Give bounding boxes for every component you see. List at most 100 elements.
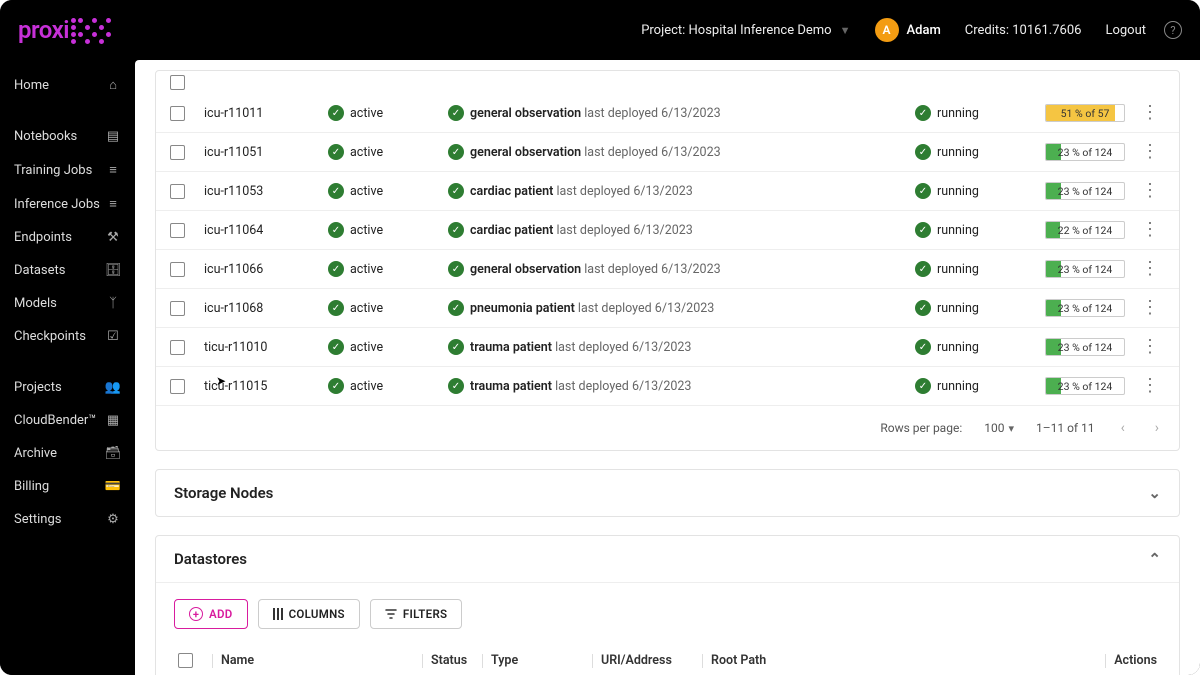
check-circle-icon: ✓ <box>448 339 464 355</box>
filters-button[interactable]: FILTERS <box>370 599 463 629</box>
check-circle-icon: ✓ <box>328 261 344 277</box>
row-actions-menu[interactable]: ⋮ <box>1141 299 1159 317</box>
list-icon: ≡ <box>105 162 121 178</box>
prev-page-button[interactable]: ‹ <box>1117 416 1129 440</box>
home-icon: ⌂ <box>105 77 121 93</box>
node-state: running <box>937 184 979 199</box>
check-circle-icon: ✓ <box>328 339 344 355</box>
node-name: icu-r11068 <box>204 301 328 316</box>
sidebar-item-projects[interactable]: Projects👥 <box>0 371 135 404</box>
node-status: active <box>350 184 383 199</box>
row-actions-menu[interactable]: ⋮ <box>1141 377 1159 395</box>
check-circle-icon: ✓ <box>915 378 931 394</box>
disk-icon: ▤ <box>105 129 121 144</box>
row-actions-menu[interactable]: ⋮ <box>1141 182 1159 200</box>
node-name: icu-r11053 <box>204 184 328 199</box>
node-status: active <box>350 262 383 277</box>
branch-icon: ᛉ <box>105 296 121 311</box>
username: Adam <box>907 23 941 38</box>
row-checkbox[interactable] <box>170 379 185 394</box>
datastores-section: Datastores ⌃ + ADD COLUMNS <box>155 535 1180 675</box>
check-circle-icon: ✓ <box>915 300 931 316</box>
utilization-bar: 23 % of 124 <box>1045 338 1125 356</box>
utilization-bar: 23 % of 124 <box>1045 260 1125 278</box>
row-actions-menu[interactable]: ⋮ <box>1141 338 1159 356</box>
sidebar-item-inference-jobs[interactable]: Inference Jobs≡ <box>0 187 135 221</box>
sidebar-item-datasets[interactable]: Datasets🗄 <box>0 254 135 287</box>
node-name: icu-r11064 <box>204 223 328 238</box>
node-workload: trauma patient last deployed 6/13/2023 <box>470 379 691 394</box>
columns-button[interactable]: COLUMNS <box>258 599 360 629</box>
row-checkbox[interactable] <box>170 75 185 90</box>
node-state: running <box>937 262 979 277</box>
row-actions-menu[interactable]: ⋮ <box>1141 104 1159 122</box>
avatar[interactable]: A <box>875 18 899 42</box>
row-checkbox[interactable] <box>170 184 185 199</box>
brand-logo[interactable]: proxi <box>18 16 117 44</box>
sidebar-item-cloudbender-[interactable]: CloudBender™▦ <box>0 404 135 437</box>
users-icon: 👥 <box>105 380 121 395</box>
sidebar-item-models[interactable]: Modelsᛉ <box>0 287 135 320</box>
node-workload: trauma patient last deployed 6/13/2023 <box>470 340 691 355</box>
pagination: Rows per page: 100 ▾ 1–11 of 11 ‹ › <box>156 405 1179 450</box>
utilization-bar: 23 % of 124 <box>1045 143 1125 161</box>
row-checkbox[interactable] <box>170 301 185 316</box>
check-circle-icon: ✓ <box>915 222 931 238</box>
utilization-bar: 23 % of 124 <box>1045 182 1125 200</box>
drive-icon: 🗄 <box>105 263 121 278</box>
node-name: ticu-r11010 <box>204 340 328 355</box>
storage-nodes-header[interactable]: Storage Nodes ⌄ <box>156 470 1179 516</box>
check-circle-icon: ✓ <box>328 183 344 199</box>
check-circle-icon: ✓ <box>448 261 464 277</box>
check-circle-icon: ✓ <box>448 222 464 238</box>
node-state: running <box>937 145 979 160</box>
node-name: icu-r11066 <box>204 262 328 277</box>
table-row: icu-r11064✓active✓cardiac patient last d… <box>156 210 1179 249</box>
archive-icon: 🗃 <box>105 446 121 461</box>
row-checkbox[interactable] <box>170 262 185 277</box>
sidebar: Home⌂ Notebooks▤Training Jobs≡Inference J… <box>0 60 135 675</box>
check-icon: ☑ <box>105 329 121 344</box>
filter-icon <box>385 608 397 620</box>
row-checkbox[interactable] <box>170 145 185 160</box>
next-page-button[interactable]: › <box>1151 416 1163 440</box>
select-all-checkbox[interactable] <box>178 653 193 668</box>
add-button[interactable]: + ADD <box>174 599 248 629</box>
sidebar-item-endpoints[interactable]: Endpoints⚒ <box>0 221 135 254</box>
utilization-bar: 23 % of 124 <box>1045 299 1125 317</box>
row-checkbox[interactable] <box>170 106 185 121</box>
check-circle-icon: ✓ <box>328 378 344 394</box>
node-status: active <box>350 301 383 316</box>
datastores-header[interactable]: Datastores ⌃ <box>156 536 1179 582</box>
row-actions-menu[interactable]: ⋮ <box>1141 260 1159 278</box>
rows-per-page-select[interactable]: 100 ▾ <box>984 421 1014 435</box>
node-workload: general observation last deployed 6/13/2… <box>470 106 721 121</box>
sidebar-item-settings[interactable]: Settings⚙ <box>0 503 135 536</box>
row-checkbox[interactable] <box>170 340 185 355</box>
sidebar-item-training-jobs[interactable]: Training Jobs≡ <box>0 153 135 187</box>
plus-icon: + <box>189 607 203 621</box>
row-checkbox[interactable] <box>170 223 185 238</box>
sidebar-item-checkpoints[interactable]: Checkpoints☑ <box>0 320 135 353</box>
row-actions-menu[interactable]: ⋮ <box>1141 143 1159 161</box>
project-selector[interactable]: Project: Hospital Inference Demo ▼ <box>641 23 850 38</box>
node-workload: general observation last deployed 6/13/2… <box>470 262 721 277</box>
node-state: running <box>937 340 979 355</box>
node-status: active <box>350 379 383 394</box>
node-status: active <box>350 223 383 238</box>
sidebar-item-billing[interactable]: Billing💳 <box>0 470 135 503</box>
gear-icon: ⚙ <box>105 512 121 527</box>
logout-link[interactable]: Logout <box>1105 23 1146 38</box>
sidebar-item-notebooks[interactable]: Notebooks▤ <box>0 120 135 153</box>
rows-per-page-label: Rows per page: <box>880 421 962 435</box>
sidebar-item-archive[interactable]: Archive🗃 <box>0 437 135 470</box>
node-status: active <box>350 106 383 121</box>
node-state: running <box>937 301 979 316</box>
help-icon[interactable]: ? <box>1164 21 1182 39</box>
node-workload: pneumonia patient last deployed 6/13/202… <box>470 301 714 316</box>
row-actions-menu[interactable]: ⋮ <box>1141 221 1159 239</box>
check-circle-icon: ✓ <box>448 105 464 121</box>
page-range: 1–11 of 11 <box>1036 421 1095 435</box>
check-circle-icon: ✓ <box>448 300 464 316</box>
sidebar-item-home[interactable]: Home⌂ <box>0 68 135 102</box>
